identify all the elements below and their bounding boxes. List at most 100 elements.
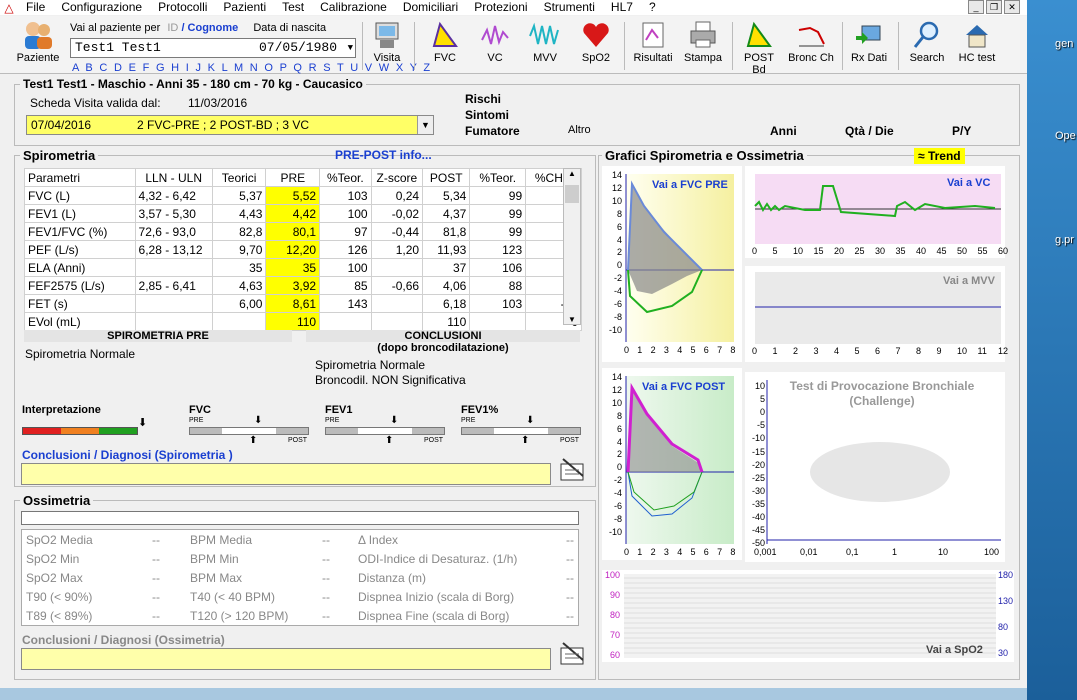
menu-test[interactable]: Test [274,0,312,15]
vc-icon [476,18,514,52]
chevron-down-icon[interactable]: ▼ [348,39,353,57]
visit-select[interactable]: 07/04/2016 2 FVC-PRE ; 2 POST-BD ; 3 VC … [26,115,434,135]
app-icon[interactable]: △ [0,0,18,15]
menu-strumenti[interactable]: Strumenti [536,0,603,15]
desktop-icon-label[interactable]: gen [1055,38,1073,50]
table-cell: 35 [265,258,321,277]
spirometria-pre-text: Spirometria Normale [25,347,136,361]
restore-button[interactable]: ❐ [986,0,1002,14]
fvc-label: FVC [434,52,456,64]
axis-tick: 40 [916,246,927,256]
menu-file[interactable]: File [18,0,53,15]
id-label[interactable]: ID [167,22,178,34]
table-row[interactable]: EVol (mL)1101100 [24,312,582,331]
challenge-chart[interactable]: Test di Provocazione Bronchiale (Challen… [745,372,1005,562]
trend-button[interactable]: ≈ Trend [914,148,965,164]
desktop-icon-label[interactable]: Ope [1055,130,1076,142]
menu-configurazione[interactable]: Configurazione [53,0,150,15]
table-cell: 6,18 [422,294,471,313]
table-cell [370,312,424,331]
hc-test-button[interactable]: HC test [954,18,1000,64]
table-scrollbar[interactable]: ▲ ▼ [563,168,581,325]
fvc-icon [424,18,466,52]
vc-chart[interactable]: Vai a VC [745,166,1005,258]
ossimetria-diagnosi-field[interactable] [21,648,551,670]
menu-help[interactable]: ? [641,0,664,15]
menu-domiciliari[interactable]: Domiciliari [395,0,466,15]
menu-pazienti[interactable]: Pazienti [215,0,274,15]
scroll-down-icon[interactable]: ▼ [564,315,580,324]
table-row[interactable]: FEV1/FVC (%) 72,6 - 93,0 82,8 80,1 97 -0,44 81… [24,222,582,241]
axis-tick: 5 [759,394,765,405]
vc-button[interactable]: VC [476,18,514,64]
axis-tick: 0 [752,246,758,256]
cognome-label[interactable]: / Cognome [181,22,238,34]
menu-protezioni[interactable]: Protezioni [466,0,535,15]
pre-post-info-link[interactable]: PRE-POST info... [335,148,432,162]
spo2-chart[interactable]: Vai a SpO2 [602,570,1014,662]
mvv-link[interactable]: Vai a MVV [943,275,996,287]
axis-tick: 35 [895,246,906,256]
bronc-ch-button[interactable]: Bronc Ch [786,18,836,64]
oximetry-cell: -- [152,552,160,566]
axis-tick: 12 [611,182,622,193]
table-row[interactable]: FET (s)6,008,611436,18103-28 [24,294,582,313]
fvc-post-chart[interactable]: Vai a FVC POST [602,368,742,560]
col-pre: PRE [265,168,321,187]
spo2-button[interactable]: SpO2 [576,18,616,64]
fvc-pre-link[interactable]: Vai a FVC PRE [652,179,728,191]
rischi-label: Rischi [465,92,502,106]
gauge-post-label: POST [288,437,308,444]
axis-tick: 4 [834,346,840,356]
visita-button[interactable]: Visita [366,18,408,64]
axis-tick: 10 [793,246,804,256]
minimize-button[interactable]: _ [968,0,984,14]
axis-tick: 6 [875,346,881,356]
py-label: P/Y [952,124,972,138]
post-bd-label: POST Bd [744,52,774,76]
oximetry-cell: T40 (< 40 BPM) [190,590,276,604]
axis-tick: 60 [609,650,620,660]
table-cell [134,312,213,331]
axis-tick: 14 [611,372,622,382]
table-cell: 143 [319,294,372,313]
stampa-button[interactable]: Stampa [680,18,726,64]
table-cell: FEF2575 (L/s) [24,276,136,295]
menu-calibrazione[interactable]: Calibrazione [312,0,395,15]
paziente-button[interactable]: Paziente [12,18,64,64]
fvc-post-link[interactable]: Vai a FVC POST [642,381,725,393]
desktop-icon-label[interactable]: g.pr [1055,234,1074,246]
axis-tick: 50 [957,246,968,256]
oximetry-cell: SpO2 Min [26,552,80,566]
table-cell: 35 [211,258,267,277]
axis-tick: -4 [613,488,622,499]
close-button[interactable]: ✕ [1004,0,1020,14]
spo2-link[interactable]: Vai a SpO2 [926,644,983,656]
fvc-button[interactable]: FVC [424,18,466,64]
post-bd-button[interactable]: POST Bd [736,18,782,76]
table-row[interactable]: FEV1 (L) 3,57 - 5,30 4,43 4,42 100 -0,02 4,37 9… [24,204,582,223]
anni-label: Anni [770,124,797,138]
vc-link[interactable]: Vai a VC [947,177,990,189]
edit-notes-icon[interactable] [557,454,589,487]
chevron-down-icon[interactable]: ▼ [417,116,433,134]
patient-select[interactable]: Test1 Test1 07/05/1980 ▼ [70,38,356,58]
search-button[interactable]: Search [904,18,950,64]
gauge-fev1p-bar [461,427,581,435]
menu-protocolli[interactable]: Protocolli [150,0,215,15]
table-row[interactable]: ELA (Anni)3535100371066 [24,258,582,277]
spirometria-diagnosi-field[interactable] [21,463,551,485]
table-row[interactable]: PEF (L/s) 6,28 - 13,12 9,70 12,20 126 1,20 11,… [24,240,582,259]
table-row[interactable]: FEF2575 (L/s) 2,85 - 6,41 4,63 3,92 85 -0,66 4… [24,276,582,295]
scroll-thumb[interactable] [565,185,579,203]
risultati-button[interactable]: Risultati [630,18,676,64]
scroll-up-icon[interactable]: ▲ [564,169,580,178]
edit-notes-icon[interactable] [557,638,589,671]
fvc-pre-chart[interactable]: Vai a FVC PRE [602,166,742,362]
table-cell: 37 [422,258,471,277]
rx-dati-button[interactable]: Rx Dati [846,18,892,64]
menu-hl7[interactable]: HL7 [603,0,641,15]
mvv-button[interactable]: MVV [524,18,566,64]
table-row[interactable]: FVC (L)4,32 - 6,425,375,521030,245,3499-… [24,186,582,205]
toolbar: Paziente Vai al paziente per ID / Cognom… [0,16,1027,76]
